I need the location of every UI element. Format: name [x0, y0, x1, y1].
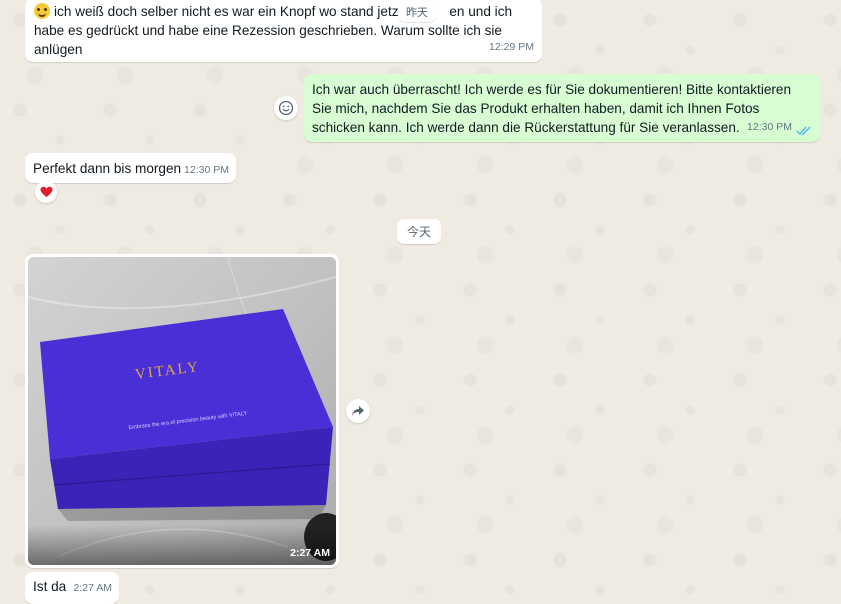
date-chip-today: 今天 [397, 219, 442, 244]
photo-gradient [28, 525, 336, 565]
message-time: 12:30 PM [747, 121, 792, 133]
reaction-heart[interactable] [35, 181, 57, 203]
date-chip-yesterday: 昨天 [398, 2, 436, 22]
forward-icon [352, 406, 364, 416]
double-check-icon [796, 126, 811, 136]
message-incoming-2[interactable]: Perfekt dann bis morgen 12:30 PM [25, 153, 236, 183]
message-text: ich weiß doch selber nicht es war ein Kn… [34, 3, 513, 57]
message-time: 12:30 PM [184, 164, 229, 176]
grinning-sweat-emoji-icon [34, 3, 50, 19]
message-time: 2:27 AM [73, 582, 112, 594]
image-message[interactable]: VITALY Embrace the era of precision beau… [25, 254, 339, 568]
message-text: Ist da [33, 579, 67, 594]
smiley-icon [278, 100, 294, 116]
message-time: 2:27 AM [290, 547, 330, 559]
message-incoming-1[interactable]: ich weiß doch selber nicht es war ein Kn… [25, 0, 542, 62]
message-time: 12:29 PM [489, 41, 534, 53]
product-box-illustration: VITALY Embrace the era of precision beau… [28, 257, 336, 565]
message-text: Ich war auch überrascht! Ich werde es fü… [312, 82, 792, 135]
message-outgoing-1[interactable]: Ich war auch überrascht! Ich werde es fü… [304, 74, 820, 142]
heart-icon [39, 186, 53, 198]
product-photo[interactable]: VITALY Embrace the era of precision beau… [28, 257, 336, 565]
react-button[interactable] [274, 96, 298, 120]
message-text: Perfekt dann bis morgen [33, 161, 182, 176]
forward-button[interactable] [346, 399, 370, 423]
message-incoming-3[interactable]: Ist da 2:27 AM [25, 572, 119, 604]
